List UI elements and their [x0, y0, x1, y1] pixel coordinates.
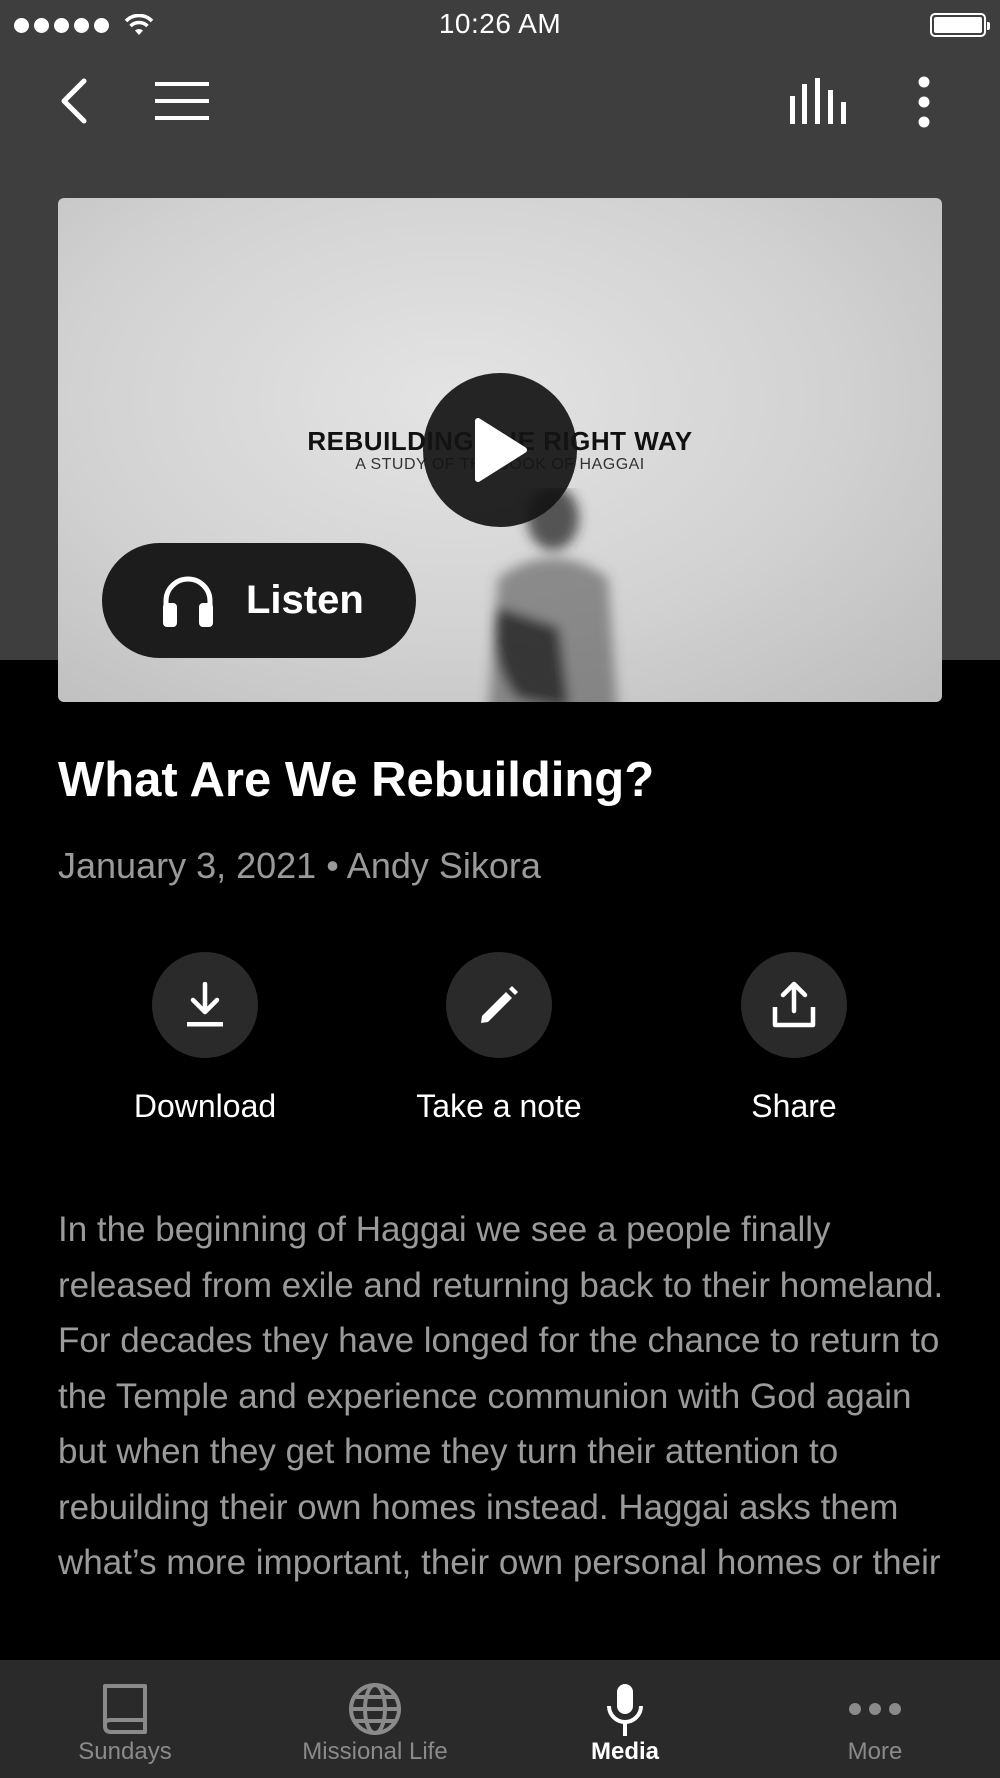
- status-time: 10:26 AM: [438, 8, 562, 39]
- share-button[interactable]: Share: [664, 952, 924, 1125]
- tab-media-label: Media: [590, 1738, 659, 1765]
- media-artwork[interactable]: REBUILDING THE RIGHT WAY A STUDY OF THE …: [58, 198, 942, 702]
- episode-meta: January 3, 2021 • Andy Sikora: [58, 845, 541, 886]
- play-icon: [475, 418, 527, 482]
- episode-title: What Are We Rebuilding?: [58, 753, 655, 807]
- tab-sundays[interactable]: Sundays: [0, 1660, 250, 1778]
- pencil-icon: [481, 986, 518, 1023]
- take-note-label: Take a note: [416, 1088, 582, 1124]
- back-icon[interactable]: [58, 78, 88, 124]
- audio-levels-icon[interactable]: [790, 78, 846, 124]
- share-label: Share: [751, 1088, 837, 1124]
- status-bar: 10:26 AM: [0, 0, 1000, 50]
- menu-icon[interactable]: [155, 82, 209, 120]
- tab-bar: Sundays Missional Life Media More: [0, 1660, 1000, 1778]
- tab-media[interactable]: Media: [500, 1660, 750, 1778]
- download-label: Download: [133, 1088, 277, 1124]
- headphones-icon: [163, 576, 213, 627]
- episode-description: In the beginning of Haggai we see a peop…: [58, 1210, 944, 1582]
- microphone-icon: [607, 1684, 643, 1736]
- listen-button[interactable]: Listen: [102, 543, 416, 658]
- share-icon: [772, 981, 816, 1028]
- tab-more-label: More: [847, 1738, 903, 1765]
- tab-missional-life-label: Missional Life: [302, 1738, 448, 1765]
- tab-more[interactable]: More: [750, 1660, 1000, 1778]
- battery-icon: [930, 13, 990, 37]
- tab-missional-life[interactable]: Missional Life: [250, 1660, 500, 1778]
- book-icon: [103, 1684, 147, 1734]
- more-options-icon[interactable]: [916, 76, 932, 128]
- download-icon: [187, 982, 223, 1027]
- take-note-button[interactable]: Take a note: [369, 952, 629, 1125]
- more-dots-icon: [849, 1703, 901, 1715]
- play-button[interactable]: [423, 373, 577, 527]
- tab-sundays-label: Sundays: [78, 1738, 172, 1765]
- listen-label: Listen: [246, 578, 364, 622]
- globe-icon: [349, 1683, 401, 1735]
- download-button[interactable]: Download: [75, 952, 335, 1125]
